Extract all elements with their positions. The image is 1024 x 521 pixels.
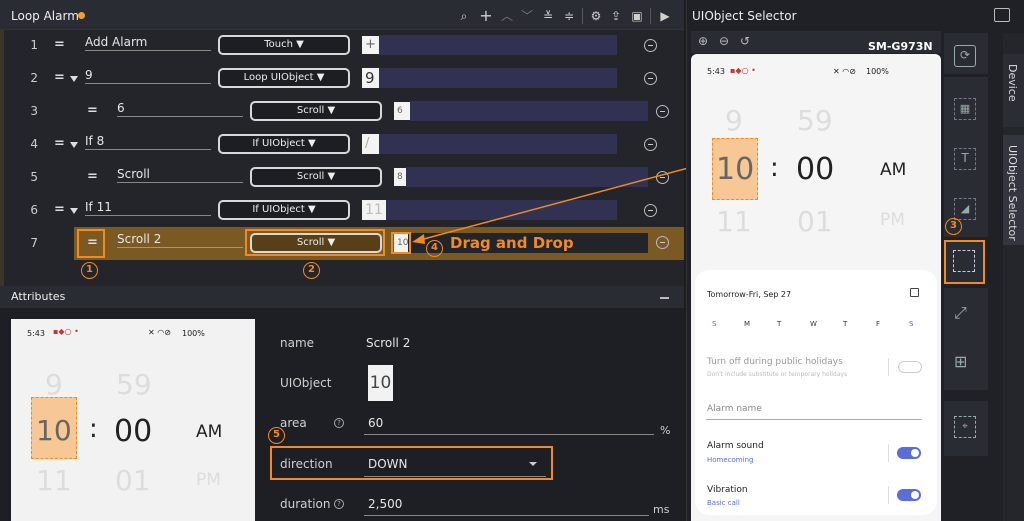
zoom-in-icon[interactable]: ⊕: [698, 34, 708, 48]
refresh-icon[interactable]: ⟳: [954, 45, 976, 67]
region-select-icon: [953, 250, 975, 272]
crop-select-icon[interactable]: ⌖: [954, 416, 976, 438]
area-input-underline: [364, 434, 654, 435]
attr-area-value[interactable]: 60: [368, 416, 383, 430]
device-min-top[interactable]: 59: [797, 104, 833, 137]
attr-duration-value[interactable]: 2,500: [368, 497, 402, 511]
selector-title: UIObject Selector: [692, 9, 797, 23]
weekday-0[interactable]: S: [712, 320, 716, 328]
device-hour-top[interactable]: 9: [725, 104, 743, 137]
hierarchy-icon[interactable]: ⊞: [954, 352, 967, 371]
vibration-title: Vibration: [707, 485, 748, 495]
weekday-3[interactable]: W: [810, 320, 817, 328]
attr-phone-signal-icons: ✕ ◠⊘: [148, 328, 171, 337]
holiday-title: Turn off during public holidays: [707, 357, 843, 367]
attr-hour-bot: 11: [36, 464, 72, 497]
direction-dropdown-icon[interactable]: [529, 462, 537, 466]
fullscreen-icon[interactable]: ⤢: [954, 303, 967, 323]
alarm-name-underline: [706, 419, 922, 420]
duration-input-underline: [364, 515, 649, 516]
alarm-name-field[interactable]: Alarm name: [707, 404, 762, 414]
attr-uiobject-label: UIObject: [280, 376, 332, 390]
device-ampm[interactable]: AM: [880, 160, 906, 180]
device-date: Tomorrow-Fri, Sep 27: [707, 290, 792, 299]
text-select-icon[interactable]: T: [954, 148, 976, 170]
tab-device[interactable]: Device: [1006, 64, 1019, 102]
attr-area-unit: %: [660, 424, 671, 437]
attr-direction-label: direction: [280, 457, 333, 471]
attr-area-label: area: [280, 416, 307, 430]
device-min-bot[interactable]: 01: [797, 205, 833, 238]
attr-hour-mid: 10: [36, 414, 72, 447]
attr-duration-label: duration: [280, 497, 331, 511]
device-battery: 100%: [866, 67, 889, 76]
weekday-4[interactable]: T: [843, 320, 847, 328]
alarm-sound-title: Alarm sound: [707, 441, 764, 451]
weekday-2[interactable]: T: [777, 320, 781, 328]
alarm-options-card: [695, 270, 937, 515]
device-hour-bot[interactable]: 11: [716, 205, 752, 238]
vibration-subtitle: Basic call: [707, 499, 740, 507]
attr-name-label: name: [280, 336, 315, 350]
attr-min-mid: 00: [114, 414, 153, 449]
attr-duration-unit: ms: [653, 503, 670, 516]
device-status-time: 5:43: [707, 67, 725, 76]
vibration-toggle[interactable]: [897, 489, 921, 501]
zoom-out-icon[interactable]: ⊖: [719, 34, 729, 48]
device-min-mid[interactable]: 00: [796, 152, 834, 187]
attributes-header: [0, 286, 684, 308]
alarm-sound-toggle[interactable]: [897, 447, 921, 459]
attributes-title: Attributes: [11, 290, 66, 303]
device-pm[interactable]: PM: [880, 210, 905, 230]
zoom-reset-icon[interactable]: ↺: [740, 34, 750, 48]
device-colon: :: [770, 153, 779, 183]
attr-pm: PM: [196, 470, 221, 490]
duration-help-icon[interactable]: ?: [334, 499, 344, 509]
attr-min-top: 59: [116, 368, 152, 401]
calendar-icon[interactable]: [910, 288, 919, 297]
device-signal-icons: ✕ ◠⊘: [833, 67, 856, 76]
annotation-badge-3: 3: [945, 218, 962, 235]
minimize-icon[interactable]: [660, 297, 669, 299]
toggle-divider: [888, 486, 889, 504]
toggle-divider: [888, 444, 889, 462]
attr-phone-battery: 100%: [182, 329, 205, 338]
annotation-badge-5: 5: [268, 427, 285, 444]
attr-phone-status-icons: ▪◆○ •: [53, 327, 79, 336]
image-select-icon[interactable]: ◢: [954, 198, 976, 220]
attr-colon: :: [89, 414, 98, 444]
device-model: SM-G973N: [868, 40, 933, 53]
attr-min-bot: 01: [115, 464, 151, 497]
attr-uiobject-thumbnail[interactable]: 10: [368, 365, 393, 401]
holiday-subtitle: Don't include substitute or temporary ho…: [707, 371, 848, 378]
device-hour-mid[interactable]: 10: [716, 152, 754, 187]
holiday-toggle[interactable]: [898, 361, 922, 373]
tab-uiobject-selector[interactable]: UIObject Selector: [1006, 145, 1019, 241]
screen-capture-icon[interactable]: [994, 8, 1010, 22]
area-help-icon[interactable]: ?: [334, 418, 344, 428]
attr-direction-select[interactable]: DOWN: [368, 457, 408, 471]
weekday-6[interactable]: S: [909, 320, 913, 328]
weekday-1[interactable]: M: [744, 320, 750, 328]
alarm-sound-subtitle: Homecoming: [707, 456, 754, 464]
device-status-icons: ▪◆○ •: [730, 66, 756, 75]
attr-phone-status-time: 5:43: [27, 329, 45, 338]
image-match-icon[interactable]: ▦: [954, 98, 976, 120]
attr-name-value[interactable]: Scroll 2: [366, 336, 410, 350]
toggle-divider: [888, 358, 889, 376]
direction-underline: [364, 476, 546, 477]
weekday-5[interactable]: F: [876, 320, 880, 328]
attr-ampm: AM: [196, 422, 223, 442]
